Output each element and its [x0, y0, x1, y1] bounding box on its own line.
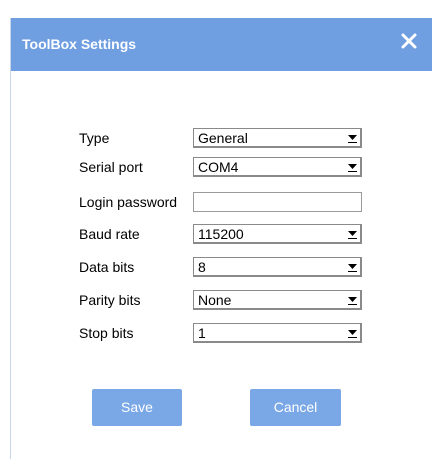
dropdown-arrow-icon [348, 297, 357, 305]
parity-bits-row: Parity bits None [79, 290, 379, 312]
stop-bits-row: Stop bits 1 [79, 323, 379, 345]
parity-bits-select[interactable]: None [193, 290, 362, 310]
data-bits-select[interactable]: 8 [193, 257, 362, 277]
parity-bits-label: Parity bits [79, 292, 141, 308]
dialog-title: ToolBox Settings [22, 36, 137, 52]
dropdown-arrow-icon [348, 164, 357, 172]
dropdown-arrow-icon [348, 330, 357, 338]
cancel-button[interactable]: Cancel [250, 389, 341, 426]
login-password-label: Login password [79, 194, 178, 210]
data-bits-label: Data bits [79, 259, 135, 275]
serial-port-label: Serial port [79, 159, 143, 175]
baud-rate-label: Baud rate [79, 226, 140, 242]
dialog-titlebar: ToolBox Settings [11, 18, 432, 71]
login-password-row: Login password [79, 192, 379, 214]
dropdown-arrow-icon [348, 264, 357, 272]
serial-port-value: COM4 [198, 159, 239, 175]
baud-rate-value: 115200 [198, 226, 244, 242]
baud-rate-select[interactable]: 115200 [193, 224, 362, 244]
toolbox-settings-dialog: ToolBox Settings Type General Serial por… [10, 18, 432, 459]
parity-bits-value: None [198, 292, 232, 308]
stop-bits-label: Stop bits [79, 325, 134, 341]
save-button[interactable]: Save [92, 389, 182, 426]
serial-port-row: Serial port COM4 [79, 157, 379, 179]
type-value: General [198, 130, 248, 146]
close-icon[interactable] [400, 32, 418, 50]
login-password-field[interactable] [193, 192, 362, 212]
data-bits-value: 8 [198, 259, 206, 275]
serial-port-select[interactable]: COM4 [193, 157, 362, 177]
type-row: Type General [79, 128, 379, 150]
baud-rate-row: Baud rate 115200 [79, 224, 379, 246]
type-label: Type [79, 130, 110, 146]
stop-bits-value: 1 [198, 325, 206, 341]
dropdown-arrow-icon [348, 135, 357, 143]
data-bits-row: Data bits 8 [79, 257, 379, 279]
dropdown-arrow-icon [348, 231, 357, 239]
stop-bits-select[interactable]: 1 [193, 323, 362, 343]
type-select[interactable]: General [193, 128, 362, 148]
